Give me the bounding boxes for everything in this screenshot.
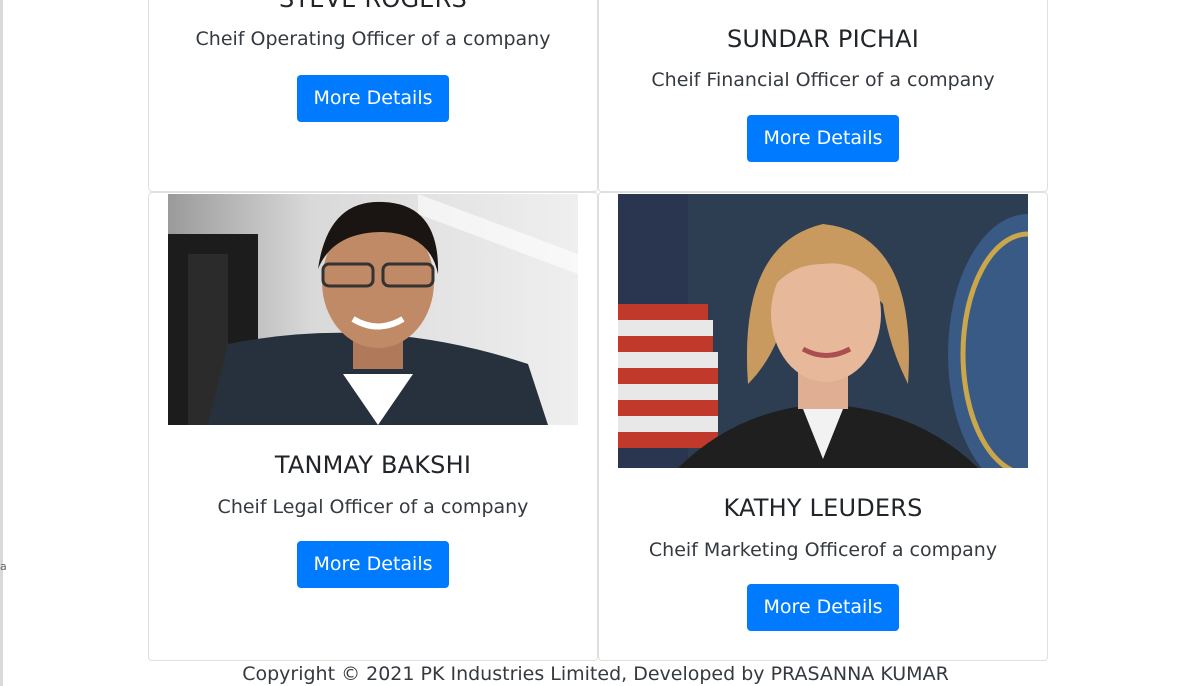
card-body: STEVE ROGERS Cheif Operating Officer of … xyxy=(149,0,597,122)
card-role-text: Cheif Legal Officer of a company xyxy=(217,495,529,518)
browser-left-edge xyxy=(0,0,3,686)
card-title: STEVE ROGERS xyxy=(149,0,597,14)
profile-photo xyxy=(168,194,578,425)
profile-card-kathy-leuders: KATHY LEUDERS Cheif Marketing Officerof … xyxy=(598,192,1048,661)
profile-card-sundar-pichai: SUNDAR PICHAI Cheif Financial Officer of… xyxy=(598,0,1048,192)
card-role-text: Cheif Operating Officer of a company xyxy=(195,27,551,50)
more-details-button[interactable]: More Details xyxy=(297,74,449,122)
card-body: SUNDAR PICHAI Cheif Financial Officer of… xyxy=(599,0,1047,162)
card-title: SUNDAR PICHAI xyxy=(727,25,919,53)
card-title: TANMAY BAKSHI xyxy=(274,451,472,479)
footer-copyright: Copyright © 2021 PK Industries Limited, … xyxy=(242,663,949,685)
card-role-text: Cheif Marketing Officerof a company xyxy=(648,538,998,561)
card-title: KATHY LEUDERS xyxy=(723,494,923,522)
card-role-text: Cheif Financial Officer of a company xyxy=(651,68,995,91)
more-details-button[interactable]: More Details xyxy=(747,114,899,162)
card-body: KATHY LEUDERS Cheif Marketing Officerof … xyxy=(599,494,1047,631)
more-details-button[interactable]: More Details xyxy=(297,540,449,588)
more-details-button[interactable]: More Details xyxy=(747,583,899,631)
profile-card-tanmay-bakshi: TANMAY BAKSHI Cheif Legal Officer of a c… xyxy=(148,192,598,661)
profile-card-steve-rogers: STEVE ROGERS Cheif Operating Officer of … xyxy=(148,0,598,192)
left-edge-text-fragment: a xyxy=(0,560,7,573)
card-body: TANMAY BAKSHI Cheif Legal Officer of a c… xyxy=(149,451,597,588)
profile-photo xyxy=(618,194,1028,468)
